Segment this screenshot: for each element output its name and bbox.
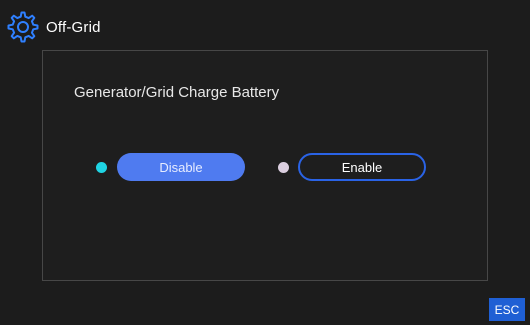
gear-icon[interactable] [6, 10, 40, 44]
disable-button[interactable]: Disable [117, 153, 245, 181]
setting-label: Generator/Grid Charge Battery [74, 84, 280, 101]
settings-panel: Generator/Grid Charge Battery Disable En… [42, 50, 488, 281]
esc-button[interactable]: ESC [489, 298, 525, 321]
enable-button[interactable]: Enable [298, 153, 426, 181]
off-grid-screen: Off-Grid Generator/Grid Charge Battery D… [0, 0, 530, 325]
disable-indicator-dot [96, 162, 107, 173]
page-title: Off-Grid [46, 18, 101, 36]
header: Off-Grid [6, 9, 101, 45]
enable-indicator-dot [278, 162, 289, 173]
